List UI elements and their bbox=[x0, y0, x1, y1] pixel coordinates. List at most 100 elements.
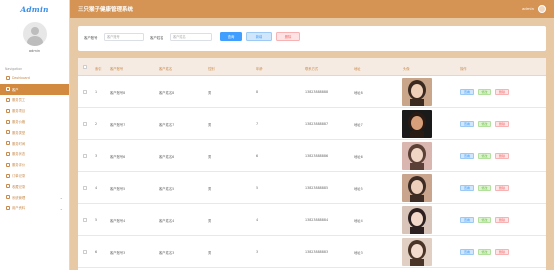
row-checkbox[interactable] bbox=[83, 186, 87, 190]
cell-age: 8 bbox=[256, 90, 259, 94]
view-button[interactable]: 查看 bbox=[460, 89, 474, 95]
row-delete-button[interactable]: 删除 bbox=[495, 217, 509, 223]
edit-button[interactable]: 修改 bbox=[478, 89, 491, 95]
edit-button[interactable]: 修改 bbox=[478, 249, 491, 255]
sidebar-item-label: 服务项目 bbox=[12, 109, 26, 114]
cell-age: 6 bbox=[256, 154, 259, 158]
cell-index: 3 bbox=[95, 154, 98, 158]
row-delete-button[interactable]: 删除 bbox=[495, 185, 509, 191]
col-gender: 性别 bbox=[208, 67, 215, 71]
cell-phone: 13823888888 bbox=[305, 90, 329, 94]
cell-age: 5 bbox=[256, 186, 259, 190]
cell-name: 客户姓名5 bbox=[159, 187, 175, 191]
table-row[interactable]: 3 客户账号6 客户姓名6 男 6 13823888886 地址6 查看 修改 删除 bbox=[78, 140, 546, 172]
cell-gender: 男 bbox=[208, 219, 212, 223]
add-button[interactable]: 新增 bbox=[246, 32, 272, 41]
sidebar-item-service[interactable]: 服务项目 bbox=[0, 105, 69, 116]
app-logo[interactable]: Admin bbox=[0, 0, 69, 18]
name-input[interactable]: 客户姓名 bbox=[170, 33, 212, 41]
sidebar-item-label: 服务评价 bbox=[12, 163, 26, 168]
row-delete-button[interactable]: 删除 bbox=[495, 89, 509, 95]
sidebar-item-type[interactable]: 服务类型 bbox=[0, 127, 69, 138]
data-table: 索引 客户账号 客户姓名 性别 年龄 联系方式 地址 头像 操作 1 客户账号8 客… bbox=[78, 58, 546, 270]
delete-button[interactable]: 删除 bbox=[276, 32, 300, 41]
sidebar-item-orders[interactable]: 订单记录 bbox=[0, 170, 69, 181]
cell-phone: 13823888884 bbox=[305, 218, 329, 222]
row-checkbox[interactable] bbox=[83, 122, 87, 126]
grid-icon bbox=[6, 151, 10, 156]
sidebar-item-label: 收藏记录 bbox=[12, 184, 26, 189]
row-checkbox[interactable] bbox=[83, 154, 87, 158]
sidebar-item-label: 服务时间 bbox=[12, 141, 26, 146]
cell-address: 地址7 bbox=[354, 123, 363, 127]
sidebar-item-dashboard[interactable]: Dashboard bbox=[0, 73, 69, 84]
sidebar-item-profile[interactable]: 用户资料 ⌄ bbox=[0, 203, 69, 214]
view-button[interactable]: 查看 bbox=[460, 153, 474, 159]
user-avatar[interactable] bbox=[22, 22, 47, 46]
row-delete-button[interactable]: 删除 bbox=[495, 249, 509, 255]
cell-gender: 男 bbox=[208, 123, 212, 127]
sidebar: Admin admin Navigation Dashboard 客户 服务员工… bbox=[0, 0, 70, 270]
row-checkbox[interactable] bbox=[83, 218, 87, 222]
customer-photo bbox=[402, 206, 432, 234]
admin-label[interactable]: admin bbox=[522, 6, 534, 11]
edit-button[interactable]: 修改 bbox=[478, 217, 491, 223]
cell-name: 客户姓名7 bbox=[159, 123, 175, 127]
account-input[interactable]: 客户账号 bbox=[104, 33, 144, 41]
query-button[interactable]: 查询 bbox=[220, 32, 242, 41]
table-row[interactable]: 5 客户账号4 客户姓名4 男 4 13823888884 地址4 查看 修改 删除 bbox=[78, 204, 546, 236]
table-row[interactable]: 6 客户账号3 客户姓名3 男 3 13823888883 地址3 查看 修改 删除 bbox=[78, 236, 546, 268]
customer-photo bbox=[402, 78, 432, 106]
cell-phone: 13823888887 bbox=[305, 122, 329, 126]
cell-name: 客户姓名3 bbox=[159, 251, 175, 255]
top-bar: 三只猴子健康管理系统 admin bbox=[70, 0, 554, 18]
view-button[interactable]: 查看 bbox=[460, 217, 474, 223]
sidebar-item-label: 服务状态 bbox=[12, 152, 26, 157]
cell-phone: 13823888883 bbox=[305, 250, 329, 254]
row-delete-button[interactable]: 删除 bbox=[495, 121, 509, 127]
col-account: 客户账号 bbox=[110, 67, 124, 71]
grid-icon bbox=[6, 108, 10, 113]
edit-button[interactable]: 修改 bbox=[478, 153, 491, 159]
row-delete-button[interactable]: 删除 bbox=[495, 153, 509, 159]
table-row[interactable]: 1 客户账号8 客户姓名8 男 8 13823888888 地址8 查看 修改 删除 bbox=[78, 76, 546, 108]
table-row[interactable]: 4 客户账号5 客户姓名5 男 5 13823888885 地址5 查看 修改 删除 bbox=[78, 172, 546, 204]
sidebar-item-label: 客户 bbox=[12, 87, 19, 92]
grid-icon bbox=[6, 97, 10, 102]
view-button[interactable]: 查看 bbox=[460, 121, 474, 127]
name-label: 客户姓名 bbox=[150, 36, 164, 40]
sidebar-item-system[interactable]: 系统管理 ⌄ bbox=[0, 192, 69, 203]
grid-icon bbox=[6, 195, 10, 200]
row-checkbox[interactable] bbox=[83, 250, 87, 254]
sidebar-item-customer[interactable]: 客户 bbox=[0, 83, 69, 95]
table-header: 索引 客户账号 客户姓名 性别 年龄 联系方式 地址 头像 操作 bbox=[78, 58, 546, 76]
select-all-checkbox[interactable] bbox=[83, 65, 87, 69]
dashboard-icon bbox=[6, 76, 10, 81]
table-row[interactable]: 2 客户账号7 客户姓名7 男 7 13823888887 地址7 查看 修改 删除 bbox=[78, 108, 546, 140]
cell-gender: 男 bbox=[208, 187, 212, 191]
user-name: admin bbox=[28, 49, 41, 53]
account-label: 客户账号 bbox=[84, 36, 98, 40]
cell-phone: 13823888885 bbox=[305, 186, 329, 190]
cell-address: 地址6 bbox=[354, 155, 363, 159]
view-button[interactable]: 查看 bbox=[460, 185, 474, 191]
sidebar-item-label: 系统管理 bbox=[12, 195, 26, 200]
cell-gender: 男 bbox=[208, 155, 212, 159]
header-avatar[interactable] bbox=[538, 5, 546, 13]
sidebar-item-time[interactable]: 服务时间 bbox=[0, 138, 69, 149]
sidebar-item-status[interactable]: 服务状态 bbox=[0, 149, 69, 160]
cell-index: 4 bbox=[95, 186, 98, 190]
sidebar-item-favorites[interactable]: 收藏记录 bbox=[0, 181, 69, 192]
sidebar-item-staff[interactable]: 服务员工 bbox=[0, 95, 69, 106]
cell-account: 客户账号6 bbox=[110, 155, 126, 159]
view-button[interactable]: 查看 bbox=[460, 249, 474, 255]
sidebar-item-price[interactable]: 服务价格 bbox=[0, 116, 69, 127]
grid-icon bbox=[6, 184, 10, 189]
row-checkbox[interactable] bbox=[83, 90, 87, 94]
customer-photo bbox=[402, 142, 432, 170]
cell-address: 地址3 bbox=[354, 251, 363, 255]
edit-button[interactable]: 修改 bbox=[478, 121, 491, 127]
cell-address: 地址8 bbox=[354, 91, 363, 95]
sidebar-item-review[interactable]: 服务评价 bbox=[0, 159, 69, 170]
edit-button[interactable]: 修改 bbox=[478, 185, 491, 191]
